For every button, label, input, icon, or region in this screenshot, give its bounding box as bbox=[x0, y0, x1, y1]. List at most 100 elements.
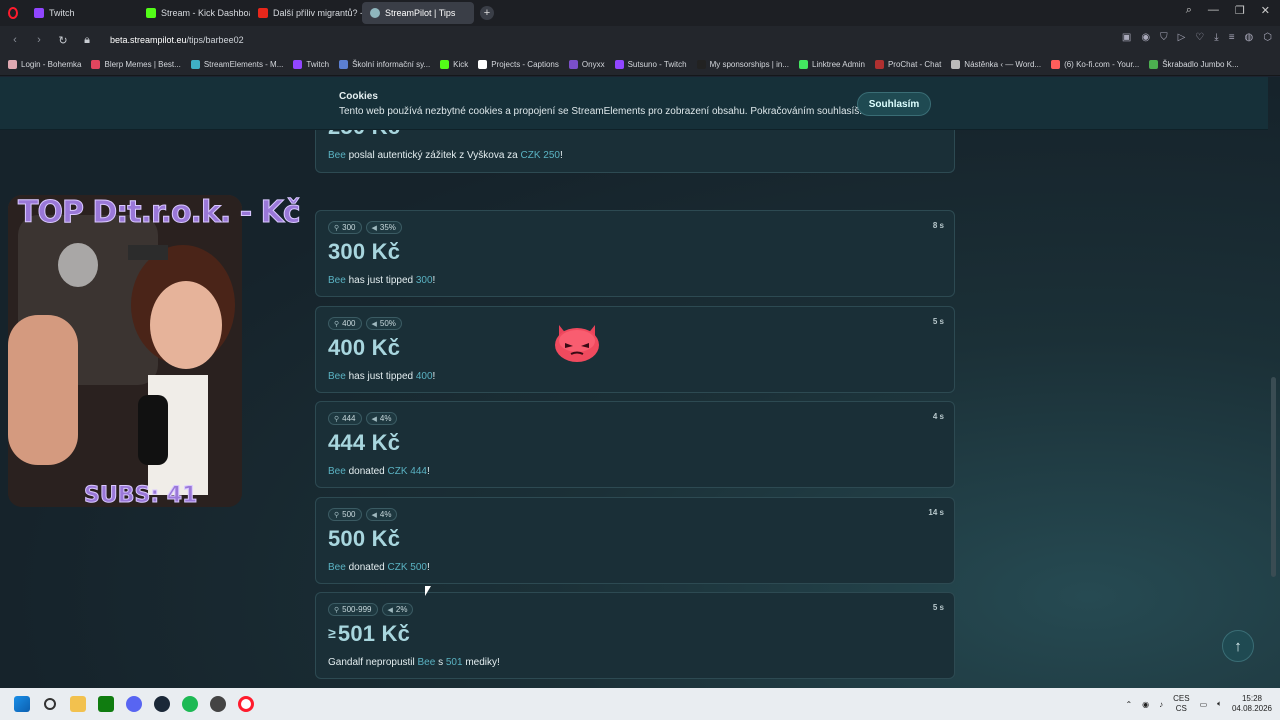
tip-message-value: 300 bbox=[415, 275, 433, 286]
tip-card[interactable]: ⚲ 500 ◀︎ 4% 14 s 500 Kč Bee donated CZK 500! bbox=[315, 497, 955, 584]
bookmark-item[interactable]: Nástěnka ‹ — Word... bbox=[951, 60, 1041, 69]
url-field[interactable]: beta.streampilot.eu/tips/barbee02 bbox=[110, 35, 244, 45]
download-icon[interactable]: ⤓ bbox=[1214, 32, 1218, 43]
network-icon[interactable]: ▭ bbox=[1200, 700, 1208, 709]
cookie-banner: Cookies Tento web používá nezbytné cooki… bbox=[0, 77, 1268, 130]
taskbar-search-button[interactable] bbox=[36, 688, 64, 720]
tip-chips: ⚲ 500 ◀︎ 4% bbox=[328, 508, 398, 521]
taskbar-discord[interactable] bbox=[120, 688, 148, 720]
extensions-icon[interactable]: ⬡ bbox=[1263, 32, 1272, 43]
cookie-text: Tento web používá nezbytné cookies a pro… bbox=[339, 106, 863, 117]
close-button[interactable]: ✕ bbox=[1261, 4, 1270, 17]
bookmark-item[interactable]: Sutsuno - Twitch bbox=[614, 60, 687, 69]
range-chip: ⚲ 300 bbox=[328, 221, 362, 234]
bookmark-item[interactable]: Škrabadlo Jumbo K... bbox=[1149, 60, 1239, 69]
spotify-icon bbox=[182, 696, 198, 712]
bookmark-item[interactable]: (6) Ko-fi.com - Your... bbox=[1051, 60, 1139, 69]
bookmark-item[interactable]: My sponsorships | in... bbox=[696, 60, 789, 69]
page-scrollbar[interactable] bbox=[1271, 377, 1276, 577]
tab-kick-dashboard[interactable]: Stream - Kick Dashboard bbox=[138, 2, 250, 24]
tip-message-value: CZK 444 bbox=[387, 466, 427, 477]
bookmark-item[interactable]: ProChat - Chat bbox=[874, 60, 941, 69]
range-chip-label: 500-999 bbox=[342, 605, 372, 614]
volume-chip: ◀︎4% bbox=[365, 412, 398, 425]
bookmark-item[interactable]: Projects - Captions bbox=[478, 60, 559, 69]
address-bar: ‹ › ↻ 🔒︎ beta.streampilot.eu/tips/barbee… bbox=[0, 26, 1280, 54]
taskbar-spotify[interactable] bbox=[176, 688, 204, 720]
tip-message-value: 501 bbox=[445, 657, 463, 668]
menu-icon[interactable]: ≡ bbox=[1229, 32, 1235, 43]
heart-icon[interactable]: ♡ bbox=[1195, 32, 1204, 43]
steam-icon bbox=[154, 696, 170, 712]
cookie-accept-button[interactable]: Souhlasím bbox=[857, 92, 931, 116]
start-button[interactable] bbox=[8, 688, 36, 720]
forward-icon[interactable]: › bbox=[32, 34, 46, 46]
tip-chips: ⚲ 400 ◀︎ 50% bbox=[328, 317, 402, 330]
tab-twitch[interactable]: Twitch bbox=[26, 2, 138, 24]
tab-streampilot-tips[interactable]: StreamPilot | Tips bbox=[362, 2, 474, 24]
tip-message-text: Gandalf nepropustil bbox=[328, 657, 415, 668]
location-pin-icon: ⚲ bbox=[334, 511, 340, 519]
bookmark-item[interactable]: Blerp Memes | Best... bbox=[91, 60, 181, 69]
taskbar-xbox[interactable] bbox=[92, 688, 120, 720]
camera-icon[interactable]: ◉ bbox=[1141, 32, 1150, 43]
snapshot-icon[interactable]: ▣ bbox=[1122, 32, 1131, 43]
tip-card[interactable]: ⚲ 400 ◀︎ 50% 5 s 400 Kč Bee has just tipped 40… bbox=[315, 306, 955, 393]
bookmark-item[interactable]: Kick bbox=[440, 60, 468, 69]
bookmark-item[interactable]: Login - Bohemka bbox=[8, 60, 81, 69]
opera-icon bbox=[238, 696, 254, 712]
chevron-up-icon[interactable]: ⌃ bbox=[1125, 700, 1132, 709]
play-icon[interactable]: ▷ bbox=[1178, 32, 1186, 43]
tip-time: 4 s bbox=[932, 412, 944, 421]
microphone-icon[interactable]: ♪ bbox=[1159, 700, 1163, 709]
minimize-button[interactable]: — bbox=[1208, 4, 1219, 17]
windows-logo-icon bbox=[14, 696, 30, 712]
tip-chips: ⚲ 444 ◀︎ 4% bbox=[328, 412, 398, 425]
opera-menu-button[interactable] bbox=[0, 0, 26, 26]
bookmark-favicon-icon bbox=[799, 60, 809, 69]
bookmark-favicon-icon bbox=[91, 60, 101, 69]
steam-tray-icon[interactable]: ◉ bbox=[1142, 700, 1149, 709]
tip-card[interactable]: ⚲ 300 ◀︎ 35% 8 s 300 Kč Bee has just tipped 30… bbox=[315, 210, 955, 297]
search-icon[interactable]: ⌕ bbox=[1186, 4, 1192, 17]
arrow-up-icon: ↑ bbox=[1234, 637, 1242, 655]
range-chip: ⚲ 400 bbox=[328, 317, 362, 330]
language-indicator[interactable]: CES CS bbox=[1173, 694, 1189, 714]
scroll-to-top-button[interactable]: ↑ bbox=[1222, 630, 1254, 662]
bookmark-favicon-icon bbox=[1051, 60, 1061, 69]
bookmarks-bar: Login - Bohemka Blerp Memes | Best... Stre… bbox=[0, 54, 1280, 76]
back-icon[interactable]: ‹ bbox=[8, 34, 22, 46]
tip-message: Bee poslal autentický zážitek z Vyškova … bbox=[328, 150, 563, 161]
tip-message-value: 400 bbox=[415, 371, 433, 382]
tipper-name: Bee bbox=[328, 150, 346, 161]
bookmark-favicon-icon bbox=[568, 60, 578, 69]
tip-card[interactable]: ⚲ 444 ◀︎ 4% 4 s 444 Kč Bee donated CZK 444! bbox=[315, 401, 955, 488]
clock[interactable]: 15:28 04.08.2026 bbox=[1232, 694, 1272, 714]
tab-news[interactable]: Další příliv migrantů? - W bbox=[250, 2, 362, 24]
restore-button[interactable]: ❐ bbox=[1235, 4, 1245, 17]
tip-message-end: ! bbox=[426, 466, 430, 477]
reload-icon[interactable]: ↻ bbox=[56, 34, 70, 47]
new-tab-button[interactable]: + bbox=[480, 6, 494, 20]
range-chip-label: 444 bbox=[342, 414, 356, 423]
shield-icon[interactable]: ⛉ bbox=[1160, 32, 1168, 43]
bookmark-item[interactable]: StreamElements - M... bbox=[190, 60, 283, 69]
bookmark-item[interactable]: Twitch bbox=[293, 60, 329, 69]
taskbar-file-explorer[interactable] bbox=[64, 688, 92, 720]
system-tray: ⌃ ◉ ♪ CES CS ▭ 🔈︎ 15:28 04.08.2026 bbox=[1125, 688, 1272, 720]
profile-icon[interactable]: ◍ bbox=[1245, 32, 1254, 43]
taskbar-app[interactable] bbox=[204, 688, 232, 720]
taskbar-steam[interactable] bbox=[148, 688, 176, 720]
taskbar-opera[interactable] bbox=[232, 688, 260, 720]
tip-card[interactable]: ⚲ 500-999 ◀︎ 2% 5 s ≥501 Kč Gandalf nepropusti… bbox=[315, 592, 955, 679]
bookmark-favicon-icon bbox=[614, 60, 624, 69]
lock-icon[interactable]: 🔒︎ bbox=[80, 34, 94, 47]
bookmark-item[interactable]: Onyxx bbox=[568, 60, 605, 69]
bookmark-item[interactable]: Linktree Admin bbox=[799, 60, 865, 69]
kick-favicon-icon bbox=[146, 8, 156, 18]
bookmark-item[interactable]: Školní informační sy... bbox=[339, 60, 430, 69]
tipper-name: Bee bbox=[328, 466, 346, 477]
volume-icon[interactable]: 🔈︎ bbox=[1217, 699, 1222, 709]
tipper-name: Bee bbox=[328, 562, 346, 573]
location-pin-icon: ⚲ bbox=[334, 320, 340, 328]
